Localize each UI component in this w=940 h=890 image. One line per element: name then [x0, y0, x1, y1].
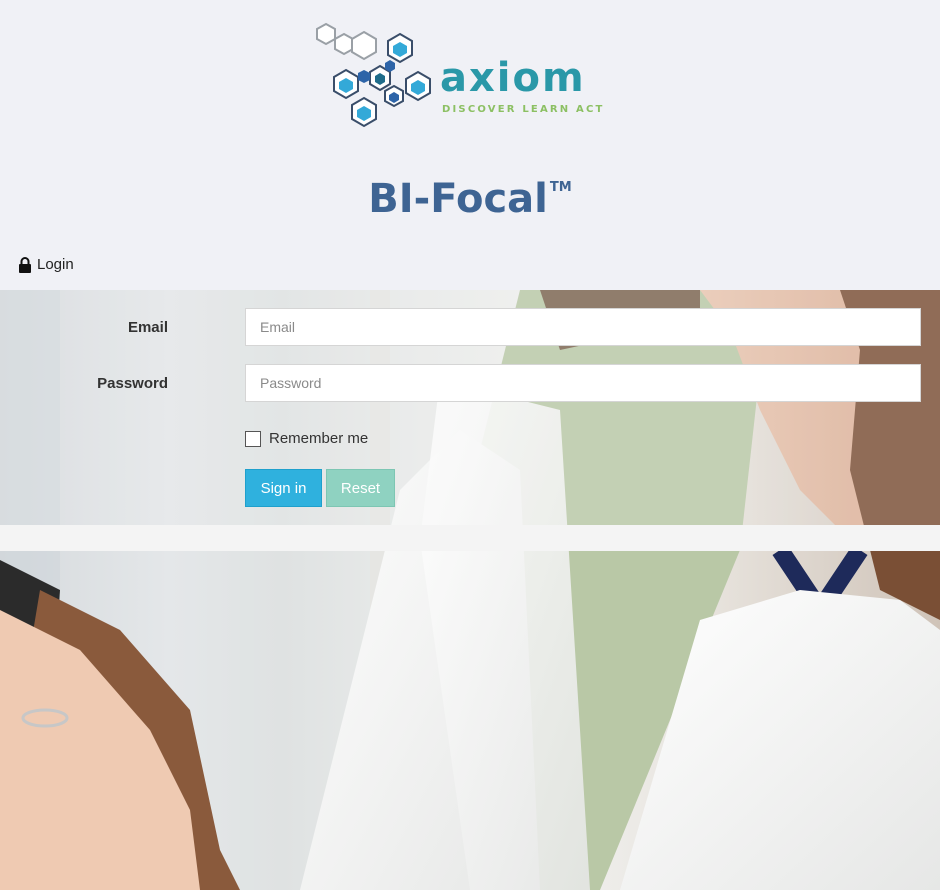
email-field[interactable]	[245, 308, 921, 346]
logo-tagline: DISCOVER LEARN ACT	[442, 104, 605, 115]
reset-button[interactable]: Reset	[326, 469, 395, 507]
section-divider	[0, 525, 940, 551]
remember-me[interactable]: Remember me	[245, 430, 368, 447]
axiom-logo: axiom DISCOVER LEARN ACT	[314, 22, 634, 134]
login-heading: Login	[18, 256, 74, 273]
sign-in-button[interactable]: Sign in	[245, 469, 322, 507]
remember-me-checkbox[interactable]	[245, 430, 261, 447]
email-label: Email	[127, 319, 168, 336]
remember-me-label: Remember me	[269, 430, 369, 447]
lock-icon	[19, 256, 31, 273]
hexagon-cluster-icon	[316, 22, 431, 128]
logo-wordmark: axiom	[440, 55, 586, 101]
login-heading-label: Login	[37, 256, 74, 273]
trademark-mark: TM	[549, 180, 572, 195]
password-field[interactable]	[245, 364, 921, 402]
product-name: BI-Focal	[368, 176, 548, 222]
password-label: Password	[97, 375, 168, 392]
hero-background: Email Password Remember me Sign in Reset	[0, 290, 940, 890]
login-page: axiom DISCOVER LEARN ACT BI-Focal TM Logi…	[0, 0, 940, 890]
product-title: BI-Focal TM	[0, 176, 940, 222]
